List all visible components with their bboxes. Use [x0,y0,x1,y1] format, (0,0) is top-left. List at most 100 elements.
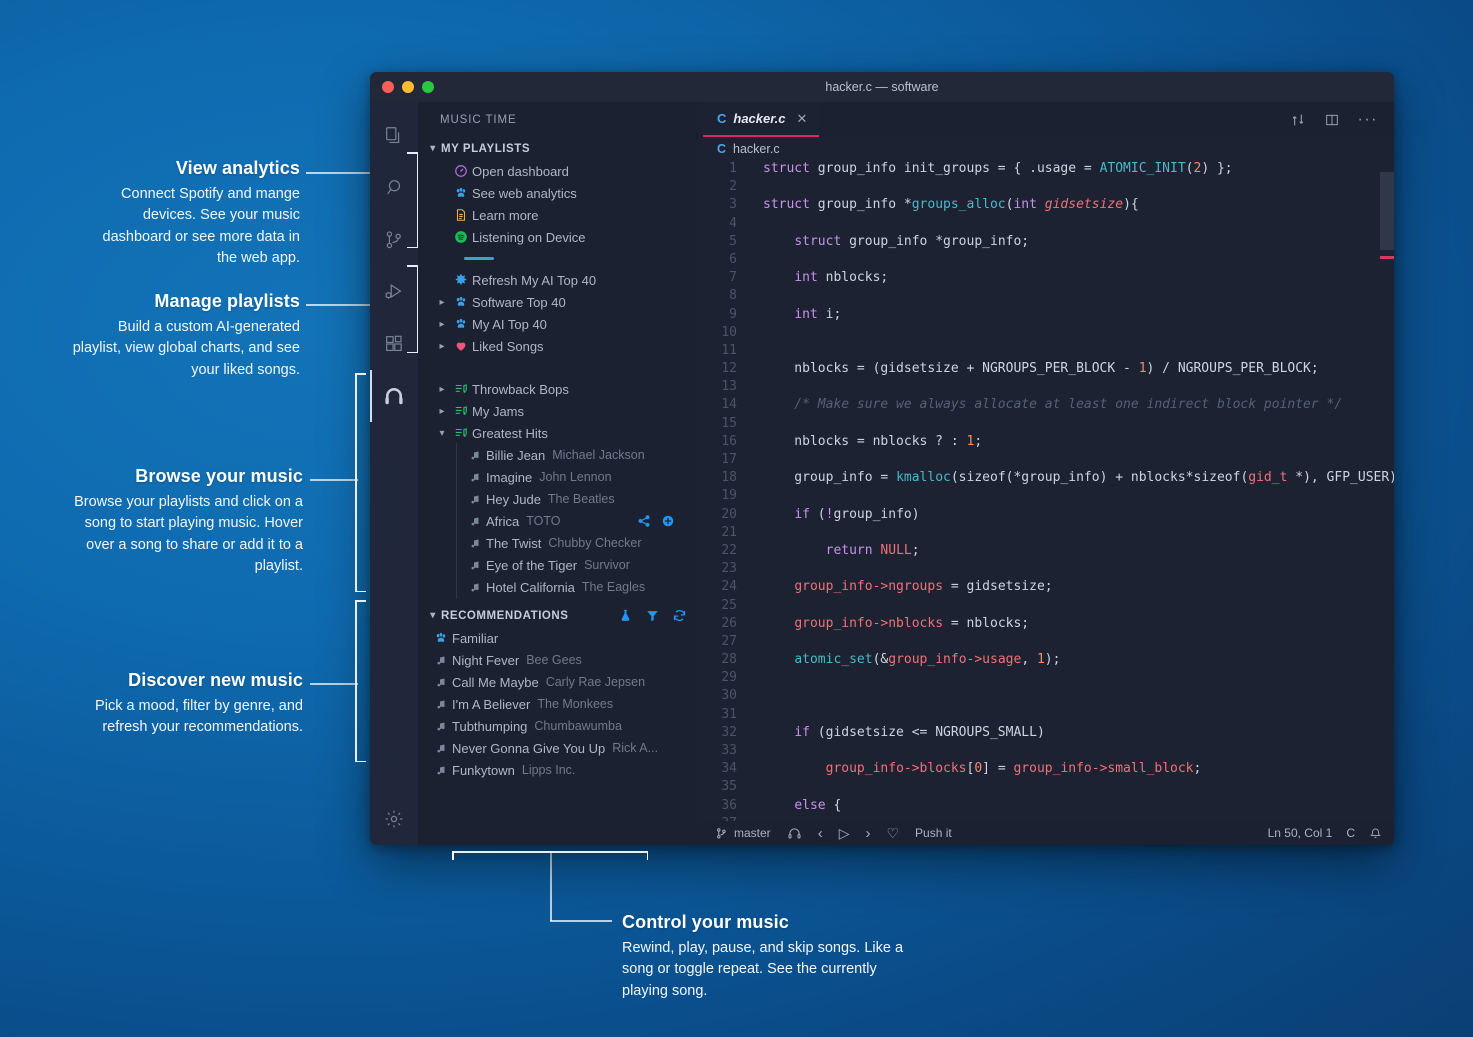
sidebar-item-see-web-analytics[interactable]: See web analytics [418,182,703,204]
code-line[interactable]: group_info->blocks[0] = group_info->smal… [763,760,1394,778]
code-line[interactable] [763,669,1394,687]
code-line[interactable] [763,633,1394,651]
source-code[interactable]: struct group_info init_groups = { .usage… [749,160,1394,821]
more-actions-icon[interactable]: ··· [1358,111,1378,129]
like-song-button[interactable]: ♡ [886,825,899,842]
now-playing-label[interactable]: Push it [915,826,952,840]
song-row[interactable]: Hotel California The Eagles [418,576,703,598]
code-line[interactable] [763,778,1394,796]
editor-scrollbar[interactable] [1380,160,1394,821]
breadcrumb[interactable]: C hacker.c [703,137,1394,160]
refresh-icon[interactable] [672,608,687,623]
sidebar-item-greatest-hits[interactable]: ▾ Greatest Hits [418,422,703,444]
song-row[interactable]: The Twist Chubby Checker [418,532,703,554]
recommendation-row[interactable]: Funkytown Lipps Inc. [418,759,703,781]
code-line[interactable] [763,487,1394,505]
code-line[interactable] [763,706,1394,724]
sidebar-item-software-top-40[interactable]: ▸ Software Top 40 [418,291,703,313]
song-row[interactable]: Eye of the Tiger Survivor [418,554,703,576]
code-line[interactable] [763,524,1394,542]
code-editor[interactable]: 1234567891011121314151617181920212223242… [703,160,1394,821]
status-branch[interactable]: master [715,826,771,840]
close-icon[interactable]: ✕ [796,111,807,127]
code-line[interactable]: struct group_info *groups_alloc(int gids… [763,196,1394,214]
chevron-right-icon[interactable]: ▸ [434,297,450,308]
sidebar-item-open-dashboard[interactable]: Open dashboard [418,160,703,182]
sidebar-item-throwback-bops[interactable]: ▸ Throwback Bops [418,378,703,400]
code-line[interactable]: /* Make sure we always allocate at least… [763,396,1394,414]
code-line[interactable]: int nblocks; [763,269,1394,287]
recommendation-row[interactable]: Never Gonna Give You Up Rick A... [418,737,703,759]
close-window-button[interactable] [382,81,394,93]
code-line[interactable]: struct group_info init_groups = { .usage… [763,160,1394,178]
filter-icon[interactable] [645,608,660,623]
song-row[interactable]: Hey Jude The Beatles [418,488,703,510]
sidebar-item-my-jams[interactable]: ▸ My Jams [418,400,703,422]
code-line[interactable]: nblocks = (gidsetsize + NGROUPS_PER_BLOC… [763,360,1394,378]
recommendation-row[interactable]: I'm A Believer The Monkees [418,693,703,715]
play-button[interactable]: ▷ [839,825,850,842]
sidebar-item-listening-on-device[interactable]: Listening on Device [418,226,703,248]
code-line[interactable] [763,742,1394,760]
code-line[interactable] [763,378,1394,396]
chevron-right-icon[interactable]: ▸ [434,406,450,417]
code-line[interactable]: return NULL; [763,542,1394,560]
next-track-button[interactable]: › [865,825,870,842]
sidebar-item-liked-songs[interactable]: ▸ Liked Songs [418,335,703,357]
cursor-position[interactable]: Ln 50, Col 1 [1268,826,1333,840]
recommendation-row[interactable]: Call Me Maybe Carly Rae Jepsen [418,671,703,693]
code-line[interactable] [763,451,1394,469]
recommendation-row[interactable]: Tubthumping Chumbawumba [418,715,703,737]
code-line[interactable] [763,251,1394,269]
chevron-right-icon[interactable]: ▸ [434,341,450,352]
chevron-right-icon[interactable]: ▸ [434,319,450,330]
previous-track-button[interactable]: ‹ [818,825,823,842]
code-line[interactable] [763,560,1394,578]
code-line[interactable] [763,342,1394,360]
code-line[interactable] [763,687,1394,705]
bell-icon[interactable] [1369,827,1382,840]
recommendation-row[interactable]: Familiar [418,627,703,649]
code-line[interactable]: atomic_set(&group_info->usage, 1); [763,651,1394,669]
section-recommendations[interactable]: ▾ RECOMMENDATIONS [418,604,703,627]
song-row-hovered[interactable]: Africa TOTO [418,510,703,532]
code-line[interactable]: struct group_info *group_info; [763,233,1394,251]
scrollbar-thumb[interactable] [1380,172,1394,250]
status-music-icon[interactable] [787,826,802,841]
recommendation-row[interactable]: Night Fever Bee Gees [418,649,703,671]
maximize-window-button[interactable] [422,81,434,93]
sidebar-item-learn-more[interactable]: Learn more [418,204,703,226]
split-editor-vertical-icon[interactable] [1290,112,1306,128]
code-line[interactable]: if (gidsetsize <= NGROUPS_SMALL) [763,724,1394,742]
minimize-window-button[interactable] [402,81,414,93]
song-row[interactable]: Imagine John Lennon [418,466,703,488]
code-line[interactable] [763,415,1394,433]
code-line[interactable]: group_info->ngroups = gidsetsize; [763,578,1394,596]
code-line[interactable]: if (!group_info) [763,506,1394,524]
code-line[interactable]: else { [763,797,1394,815]
share-icon[interactable] [637,514,651,528]
code-line[interactable]: int i; [763,306,1394,324]
sidebar-item-refresh-my-ai-top-40[interactable]: Refresh My AI Top 40 [418,269,703,291]
tab-hacker-c[interactable]: C hacker.c ✕ [703,102,819,137]
beaker-icon[interactable] [618,608,633,623]
song-row[interactable]: Billie Jean Michael Jackson [418,444,703,466]
code-line[interactable] [763,597,1394,615]
activity-item-manage-settings[interactable] [370,793,418,845]
code-line[interactable] [763,287,1394,305]
chevron-down-icon[interactable]: ▾ [434,428,450,439]
section-my-playlists[interactable]: ▾ MY PLAYLISTS [418,137,703,160]
code-line[interactable] [763,815,1394,821]
code-line[interactable]: group_info = kmalloc(sizeof(*group_info)… [763,469,1394,487]
code-line[interactable]: nblocks = nblocks ? : 1; [763,433,1394,451]
activity-item-music-time[interactable] [370,370,418,422]
sidebar-item-my-ai-top-40[interactable]: ▸ My AI Top 40 [418,313,703,335]
language-mode[interactable]: C [1346,826,1355,840]
add-to-playlist-icon[interactable] [661,514,675,528]
code-line[interactable] [763,324,1394,342]
code-line[interactable] [763,215,1394,233]
code-line[interactable]: group_info->nblocks = nblocks; [763,615,1394,633]
traffic-lights[interactable] [370,81,434,93]
code-line[interactable] [763,178,1394,196]
chevron-right-icon[interactable]: ▸ [434,384,450,395]
